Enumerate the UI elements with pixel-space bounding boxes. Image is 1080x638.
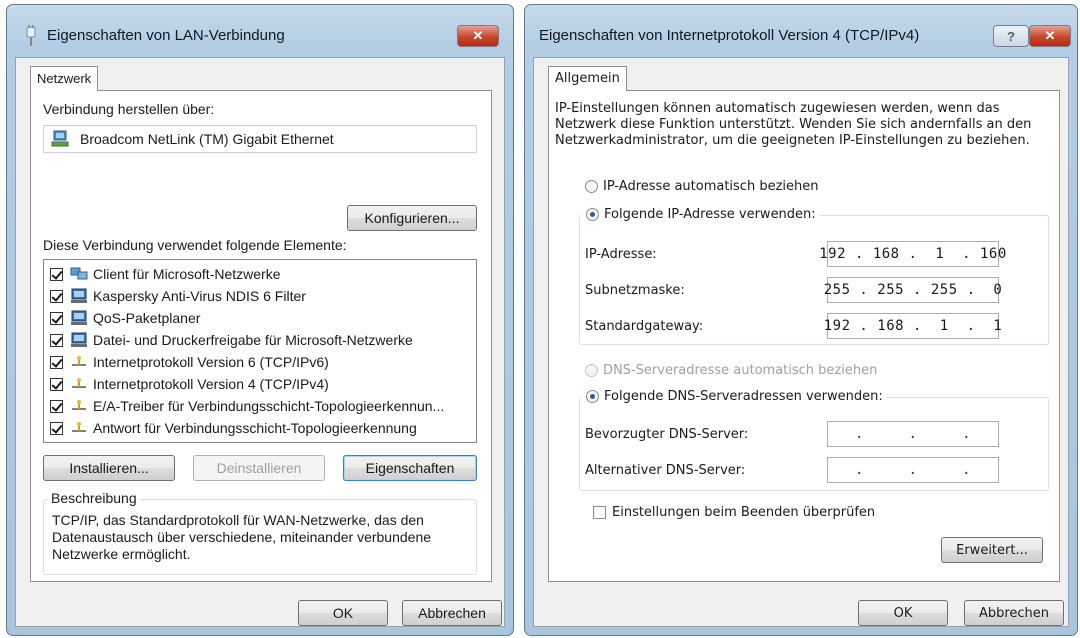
network-plug-icon (26, 25, 36, 46)
intro-text: IP-Einstellungen können automatisch zuge… (555, 101, 1032, 148)
radio-label: Folgende DNS-Serveradressen verwenden: (604, 389, 883, 404)
configure-button[interactable]: Konfigurieren... (347, 205, 477, 231)
service-icon (71, 310, 87, 325)
service-icon (71, 332, 87, 347)
protocol-icon (72, 400, 86, 410)
item-label: Internetprotokoll Version 6 (TCP/IPv6) (93, 354, 329, 370)
list-item[interactable]: Internetprotokoll Version 4 (TCP/IPv4) (50, 374, 329, 394)
protocol-icon (72, 422, 86, 432)
item-checkbox[interactable] (50, 267, 63, 281)
ok-button[interactable]: OK (858, 600, 948, 626)
preferred-dns-label: Bevorzugter DNS-Server: (585, 427, 749, 442)
network-client-icon (70, 267, 88, 280)
close-icon: ✕ (1044, 28, 1056, 43)
radio-label: IP-Adresse automatisch beziehen (603, 179, 819, 194)
item-label: Kaspersky Anti-Virus NDIS 6 Filter (93, 288, 306, 304)
cancel-button[interactable]: Abbrechen (402, 600, 502, 626)
close-button[interactable]: ✕ (1029, 25, 1071, 47)
title-bar[interactable]: Eigenschaften von LAN-Verbindung ✕ (7, 5, 513, 55)
default-gateway-label: Standardgateway: (585, 319, 704, 334)
install-button[interactable]: Installieren... (43, 455, 175, 481)
connect-via-label: Verbindung herstellen über: (43, 101, 215, 117)
subnet-mask-input[interactable]: 255 . 255 . 255 . 0 (824, 277, 1002, 303)
service-icon (71, 288, 87, 303)
tab-panel: Verbindung herstellen über: Broadcom Net… (30, 90, 492, 582)
list-item[interactable]: Antwort für Verbindungsschicht-Topologie… (50, 418, 417, 438)
adapter-field: Broadcom NetLink (TM) Gigabit Ethernet (43, 125, 477, 153)
list-item[interactable]: Internetprotokoll Version 6 (TCP/IPv6) (50, 352, 329, 372)
alternate-dns-label: Alternativer DNS-Server: (585, 463, 746, 478)
radio-dns-auto[interactable]: DNS-Serveradresse automatisch beziehen (585, 363, 877, 378)
radio-button[interactable] (586, 390, 599, 403)
list-item[interactable]: E/A-Treiber für Verbindungsschicht-Topol… (50, 396, 444, 416)
radio-label: Folgende IP-Adresse verwenden: (604, 207, 816, 222)
radio-dns-manual[interactable]: Folgende DNS-Serveradressen verwenden: (582, 389, 887, 404)
help-icon: ? (1007, 28, 1015, 44)
subnet-mask-label: Subnetzmaske: (585, 283, 685, 298)
close-button[interactable]: ✕ (457, 25, 499, 47)
dialog-client: Netzwerk Verbindung herstellen über: Bro… (15, 57, 505, 627)
radio-label: DNS-Serveradresse automatisch beziehen (603, 363, 878, 378)
network-adapter-icon (51, 130, 69, 147)
lan-properties-dialog: Eigenschaften von LAN-Verbindung ✕ Netzw… (6, 4, 514, 636)
ip-address-label: IP-Adresse: (585, 247, 657, 262)
radio-ip-manual[interactable]: Folgende IP-Adresse verwenden: (582, 207, 820, 222)
preferred-dns-input[interactable]: . . . (827, 421, 999, 447)
item-label: QoS-Paketplaner (93, 310, 201, 326)
properties-button[interactable]: Eigenschaften (343, 455, 477, 481)
protocol-icon (72, 378, 86, 388)
radio-ip-auto[interactable]: IP-Adresse automatisch beziehen (585, 179, 819, 194)
item-checkbox[interactable] (50, 421, 63, 435)
elements-label: Diese Verbindung verwendet folgende Elem… (43, 237, 347, 253)
validate-settings-checkbox-row[interactable]: Einstellungen beim Beenden überprüfen (593, 505, 875, 520)
advanced-button[interactable]: Erweitert... (941, 537, 1043, 563)
list-item[interactable]: Client für Microsoft-Netzwerke (50, 264, 281, 284)
title-bar[interactable]: Eigenschaften von Internetprotokoll Vers… (525, 5, 1077, 55)
radio-button[interactable] (585, 180, 598, 193)
dialog-title: Eigenschaften von Internetprotokoll Vers… (539, 27, 920, 44)
validate-label: Einstellungen beim Beenden überprüfen (612, 505, 876, 520)
protocol-icon (72, 356, 86, 366)
description-group: Beschreibung TCP/IP, das Standardprotoko… (43, 490, 477, 575)
list-item[interactable]: QoS-Paketplaner (50, 308, 200, 328)
radio-button[interactable] (586, 208, 599, 221)
item-checkbox[interactable] (50, 355, 63, 369)
tab-allgemein[interactable]: Allgemein (548, 66, 627, 91)
item-checkbox[interactable] (50, 311, 63, 325)
elements-list: Client für Microsoft-Netzwerke Kaspersky… (43, 259, 477, 443)
item-label: Datei- und Druckerfreigabe für Microsoft… (93, 332, 413, 348)
validate-checkbox[interactable] (593, 506, 606, 519)
radio-button[interactable] (585, 364, 598, 377)
item-label: Internetprotokoll Version 4 (TCP/IPv4) (93, 376, 329, 392)
ip-address-input[interactable]: 192 . 168 . 1 . 160 (819, 241, 1006, 267)
description-caption: Beschreibung (48, 490, 140, 506)
dialog-client: Allgemein IP-Einstellungen können automa… (533, 57, 1069, 627)
ok-button[interactable]: OK (298, 600, 388, 626)
help-button[interactable]: ? (993, 25, 1029, 47)
item-checkbox[interactable] (50, 289, 63, 303)
dialog-title: Eigenschaften von LAN-Verbindung (47, 27, 285, 44)
list-item[interactable]: Kaspersky Anti-Virus NDIS 6 Filter (50, 286, 306, 306)
item-checkbox[interactable] (50, 399, 63, 413)
adapter-name: Broadcom NetLink (TM) Gigabit Ethernet (80, 131, 334, 147)
default-gateway-input[interactable]: 192 . 168 . 1 . 1 (824, 313, 1002, 339)
alternate-dns-input[interactable]: . . . (827, 457, 999, 483)
item-checkbox[interactable] (50, 377, 63, 391)
tab-panel: IP-Einstellungen können automatisch zuge… (548, 90, 1060, 582)
uninstall-button[interactable]: Deinstallieren (193, 455, 325, 481)
ipv4-properties-dialog: Eigenschaften von Internetprotokoll Vers… (524, 4, 1078, 636)
item-checkbox[interactable] (50, 333, 63, 347)
close-icon: ✕ (472, 28, 484, 43)
item-label: Antwort für Verbindungsschicht-Topologie… (93, 420, 417, 436)
item-label: Client für Microsoft-Netzwerke (93, 266, 281, 282)
list-item[interactable]: Datei- und Druckerfreigabe für Microsoft… (50, 330, 413, 350)
tab-netzwerk[interactable]: Netzwerk (30, 66, 99, 91)
cancel-button[interactable]: Abbrechen (964, 600, 1064, 626)
description-text: TCP/IP, das Standardprotokoll für WAN-Ne… (52, 512, 432, 562)
item-label: E/A-Treiber für Verbindungsschicht-Topol… (93, 398, 445, 414)
